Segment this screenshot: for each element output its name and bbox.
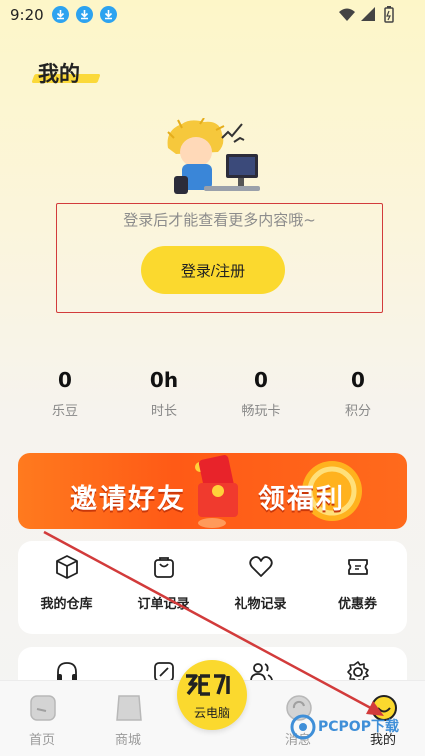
- login-prompt-box: 登录后才能查看更多内容哦~ 登录/注册: [56, 203, 383, 313]
- stat-value: 0: [254, 368, 268, 392]
- login-tip: 登录后才能查看更多内容哦~: [123, 211, 316, 229]
- stat-label: 积分: [344, 404, 371, 419]
- stat-duration[interactable]: 0h 时长: [119, 368, 209, 419]
- nav-home[interactable]: 首页: [2, 681, 82, 756]
- download-icon: [100, 6, 117, 23]
- banner-invite-text: 邀请好友: [70, 484, 186, 515]
- stat-points[interactable]: 0 积分: [313, 368, 403, 419]
- stat-value: 0h: [149, 368, 179, 392]
- menu-item-warehouse[interactable]: 我的仓库: [18, 541, 115, 634]
- nav-label: 首页: [28, 733, 55, 748]
- avatar-illustration: [167, 118, 260, 194]
- download-icon: [76, 6, 93, 23]
- red-envelope-icon: [195, 455, 238, 528]
- login-register-button[interactable]: 登录/注册: [141, 246, 285, 294]
- ticket-icon: [348, 559, 368, 575]
- watermark: PCPOP下载: [290, 712, 420, 742]
- stat-value: 0: [351, 368, 365, 392]
- status-bar: 9:20: [0, 0, 425, 30]
- watermark-text: PCPOP下载: [318, 719, 399, 735]
- menu-label: 订单记录: [137, 597, 190, 612]
- download-icon: [52, 6, 69, 23]
- invite-friends-banner[interactable]: 邀请好友 领福利: [18, 453, 407, 529]
- menu-label: 礼物记录: [234, 597, 287, 612]
- stat-label: 乐豆: [51, 404, 78, 419]
- heart-icon: [249, 556, 273, 577]
- nav-label: 云电脑: [193, 706, 230, 720]
- stat-ledou[interactable]: 0 乐豆: [20, 368, 110, 419]
- stats-row: 0 乐豆 0h 时长 0 畅玩卡 0 积分: [18, 368, 408, 424]
- box-icon: [56, 555, 78, 579]
- stat-value: 0: [58, 368, 72, 392]
- page-title: 我的: [38, 62, 80, 86]
- home-icon: [30, 695, 56, 721]
- stat-play-card[interactable]: 0 畅玩卡: [216, 368, 306, 419]
- nav-shop[interactable]: 商城: [88, 681, 168, 756]
- menu-item-orders[interactable]: 订单记录: [115, 541, 212, 634]
- menu-card: 我的仓库 订单记录 礼物记录 优惠券: [18, 541, 407, 634]
- stat-label: 时长: [150, 404, 177, 419]
- nav-cloud-pc[interactable]: 云电脑: [177, 660, 247, 730]
- menu-item-coupons[interactable]: 优惠券: [309, 541, 406, 634]
- bag-icon: [154, 557, 174, 578]
- wifi-signal-battery-icon: [339, 6, 394, 23]
- menu-label: 优惠券: [337, 597, 377, 612]
- menu-item-gifts[interactable]: 礼物记录: [212, 541, 309, 634]
- shop-icon: [116, 695, 142, 721]
- banner-reward-text: 领福利: [258, 484, 345, 515]
- menu-label: 我的仓库: [40, 597, 93, 612]
- nav-label: 商城: [114, 733, 141, 748]
- stat-label: 畅玩卡: [241, 404, 281, 419]
- status-time: 9:20: [10, 6, 44, 24]
- watermark-logo-icon: [290, 714, 316, 740]
- cloud-pc-icon: [186, 674, 230, 696]
